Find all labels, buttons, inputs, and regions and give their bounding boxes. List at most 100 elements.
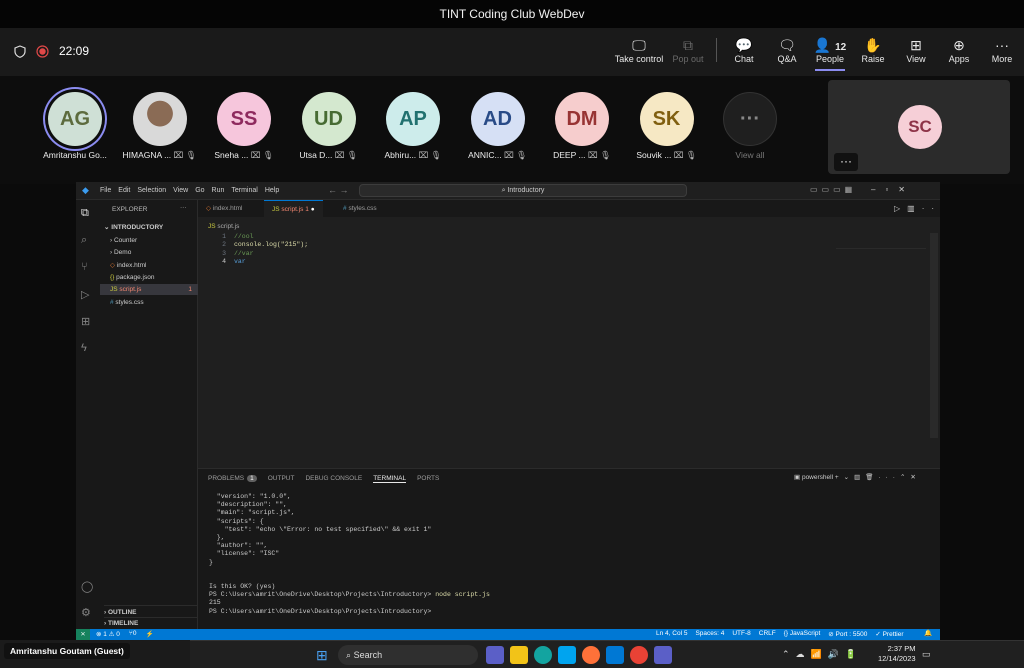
menu-item[interactable]: Run	[212, 187, 225, 194]
mic-muted-icon: ⌧ 🎙	[416, 150, 442, 160]
store-app-icon[interactable]	[558, 646, 576, 664]
status-item[interactable]: ⑂0	[129, 630, 137, 638]
edge-browser-icon[interactable]	[534, 646, 552, 664]
panel-tab-label: PROBLEMS	[208, 475, 245, 482]
bottom-panel: PROBLEMS 1 OUTPUT DEBUG CONSOLE TERMINAL PORT…	[198, 468, 940, 629]
participant-tile[interactable]: AP Abhiru... ⌧ 🎙	[372, 92, 454, 161]
run-debug-icon[interactable]: ▷	[81, 288, 89, 301]
menu-item[interactable]: Edit	[118, 187, 130, 194]
editor-scrollbar[interactable]	[930, 233, 938, 438]
terminal-output[interactable]: "version": "1.0.0", "description": "", "…	[209, 493, 490, 616]
panel-tab[interactable]: PORTS	[417, 475, 439, 483]
line-number: 1	[222, 233, 226, 240]
layout-toggle-icons[interactable]: ▭▭▭▦	[810, 185, 856, 194]
file-explorer-icon[interactable]	[510, 646, 528, 664]
firefox-icon[interactable]	[582, 646, 600, 664]
notifications-icon[interactable]: 🔔	[924, 629, 932, 637]
status-item[interactable]: Spaces: 4	[695, 630, 724, 638]
participant-tile[interactable]: UD Utsa D... ⌧ 🎙	[288, 92, 370, 161]
status-item[interactable]: Ln 4, Col 5	[656, 630, 687, 638]
panel-tab[interactable]: TERMINAL	[373, 475, 407, 483]
chrome-icon[interactable]	[630, 646, 648, 664]
extensions-icon[interactable]: ⊞	[81, 315, 90, 328]
explorer-more-icon[interactable]: ···	[180, 204, 187, 211]
menu-item[interactable]: Help	[265, 187, 279, 194]
spotlight-tile[interactable]: SC ···	[828, 80, 1010, 174]
menu-item[interactable]: File	[100, 187, 111, 194]
people-count: 12	[835, 42, 847, 53]
status-item[interactable]: CRLF	[759, 630, 776, 638]
status-left: ⊗ 1 ⚠ 0 ⑂0 ⚡	[96, 630, 154, 638]
panel-tab[interactable]: PROBLEMS 1	[208, 475, 257, 483]
file-tree-item[interactable]: # styles.css	[100, 297, 198, 308]
editor-area: ◇ index.html JS script.js 1 ● # styles.c…	[198, 200, 940, 468]
participant-tile[interactable]: SS Sneha ... ⌧ 🎙	[203, 92, 285, 161]
pop-out-button[interactable]: ⧉ Pop out	[663, 36, 713, 64]
menu-item[interactable]: Selection	[137, 187, 166, 194]
meeting-timer: 22:09	[59, 44, 90, 58]
take-control-button[interactable]: 🖵 Take control	[614, 36, 664, 64]
windows-start-icon[interactable]: ⊞	[316, 647, 328, 664]
participant-tile[interactable]: DM DEEP ... ⌧ 🎙	[541, 92, 623, 161]
file-tree-item[interactable]: ◇ index.html	[100, 260, 198, 271]
vscode-taskbar-icon[interactable]	[606, 646, 624, 664]
taskbar-time: 2:37 PM	[887, 644, 916, 653]
more-button[interactable]: ··· More	[977, 36, 1024, 64]
window-controls[interactable]: –▫✕	[871, 185, 915, 194]
terminal-line: "main": "script.js",	[209, 509, 295, 517]
teams-app-icon[interactable]	[486, 646, 504, 664]
menu-item[interactable]: View	[173, 187, 188, 194]
source-control-icon[interactable]: ⑂	[81, 261, 88, 273]
status-item[interactable]: ⊘ Port : 5500	[828, 630, 867, 638]
status-item[interactable]: ✓ Prettier	[875, 630, 903, 638]
system-tray-icons[interactable]: ⌃☁📶🔊🔋	[782, 649, 862, 660]
participant-tile[interactable]: AG Amritanshu Go...	[34, 92, 116, 160]
teams-chat-icon[interactable]	[654, 646, 672, 664]
take-control-label: Take control	[614, 54, 664, 64]
explorer-sidebar: EXPLORER ··· ⌄ INTRODUCTORY › Counter › D…	[100, 200, 198, 629]
menu-item[interactable]: Go	[195, 187, 204, 194]
timeline-section[interactable]: › TIMELINE	[104, 617, 198, 627]
participant-tile[interactable]: AD ANNIC... ⌧ 🎙	[457, 92, 539, 161]
chat-label: Chat	[734, 54, 754, 64]
tab-index-html[interactable]: ◇ index.html	[198, 200, 250, 217]
status-item[interactable]: ⊗ 1 ⚠ 0	[96, 630, 120, 638]
terminal-shell-selector[interactable]: ▣ powershell +⌄▥🗑···⌃✕	[794, 473, 921, 481]
search-view-icon[interactable]: ⌕	[81, 234, 87, 247]
nav-arrows-icon[interactable]: ← →	[328, 185, 349, 195]
remote-icon[interactable]: ϟ	[81, 342, 87, 354]
unsaved-dot-icon[interactable]: ●	[311, 206, 315, 213]
status-item[interactable]: UTF-8	[732, 630, 750, 638]
project-folder[interactable]: ⌄ INTRODUCTORY	[104, 223, 163, 231]
file-tree-item[interactable]: JS script.js 1	[100, 284, 198, 296]
view-all-button[interactable]: ··· View all	[709, 92, 791, 160]
explorer-icon[interactable]: ⧉	[81, 207, 89, 220]
status-item[interactable]: ⚡	[145, 630, 153, 638]
tile-options-icon[interactable]: ···	[834, 153, 858, 171]
editor-actions[interactable]: ▷▥··	[894, 204, 941, 213]
participant-tile[interactable]: SK Souvik ... ⌧ 🎙	[626, 92, 708, 161]
breadcrumb[interactable]: JS script.js	[208, 223, 239, 230]
account-icon[interactable]: ◯	[81, 580, 93, 593]
file-name: Counter	[113, 237, 138, 244]
avatar: AG	[48, 92, 102, 146]
outline-section[interactable]: › OUTLINE	[104, 605, 198, 616]
panel-tab[interactable]: DEBUG CONSOLE	[305, 475, 362, 483]
file-tree-item[interactable]: › Counter	[100, 235, 198, 246]
tab-script-js[interactable]: JS script.js 1 ●	[264, 200, 323, 217]
code-editor[interactable]: 1 //ool 2 console.log("215"); 3 //var 4 var	[208, 233, 928, 267]
status-item[interactable]: {} JavaScript	[784, 630, 821, 638]
participant-tile[interactable]: HIMAGNA ... ⌧ 🎙	[119, 92, 201, 161]
tab-styles-css[interactable]: # styles.css	[335, 200, 385, 217]
panel-tab[interactable]: OUTPUT	[268, 475, 295, 483]
taskbar-search[interactable]: ⌕ Search	[338, 645, 478, 665]
notification-center-icon[interactable]: ▭	[922, 649, 931, 660]
file-tree-item[interactable]: {} package.json	[100, 272, 198, 283]
file-tree-item[interactable]: › Demo	[100, 247, 198, 258]
menu-item[interactable]: Terminal	[231, 187, 257, 194]
remote-indicator-icon[interactable]: ⨯	[76, 629, 90, 640]
taskbar-clock[interactable]: 2:37 PM 12/14/2023	[878, 644, 916, 664]
command-center-search[interactable]: ⌕ Introductory	[359, 184, 687, 197]
view-all-label: View all	[735, 150, 765, 160]
settings-gear-icon[interactable]: ⚙	[81, 606, 91, 619]
